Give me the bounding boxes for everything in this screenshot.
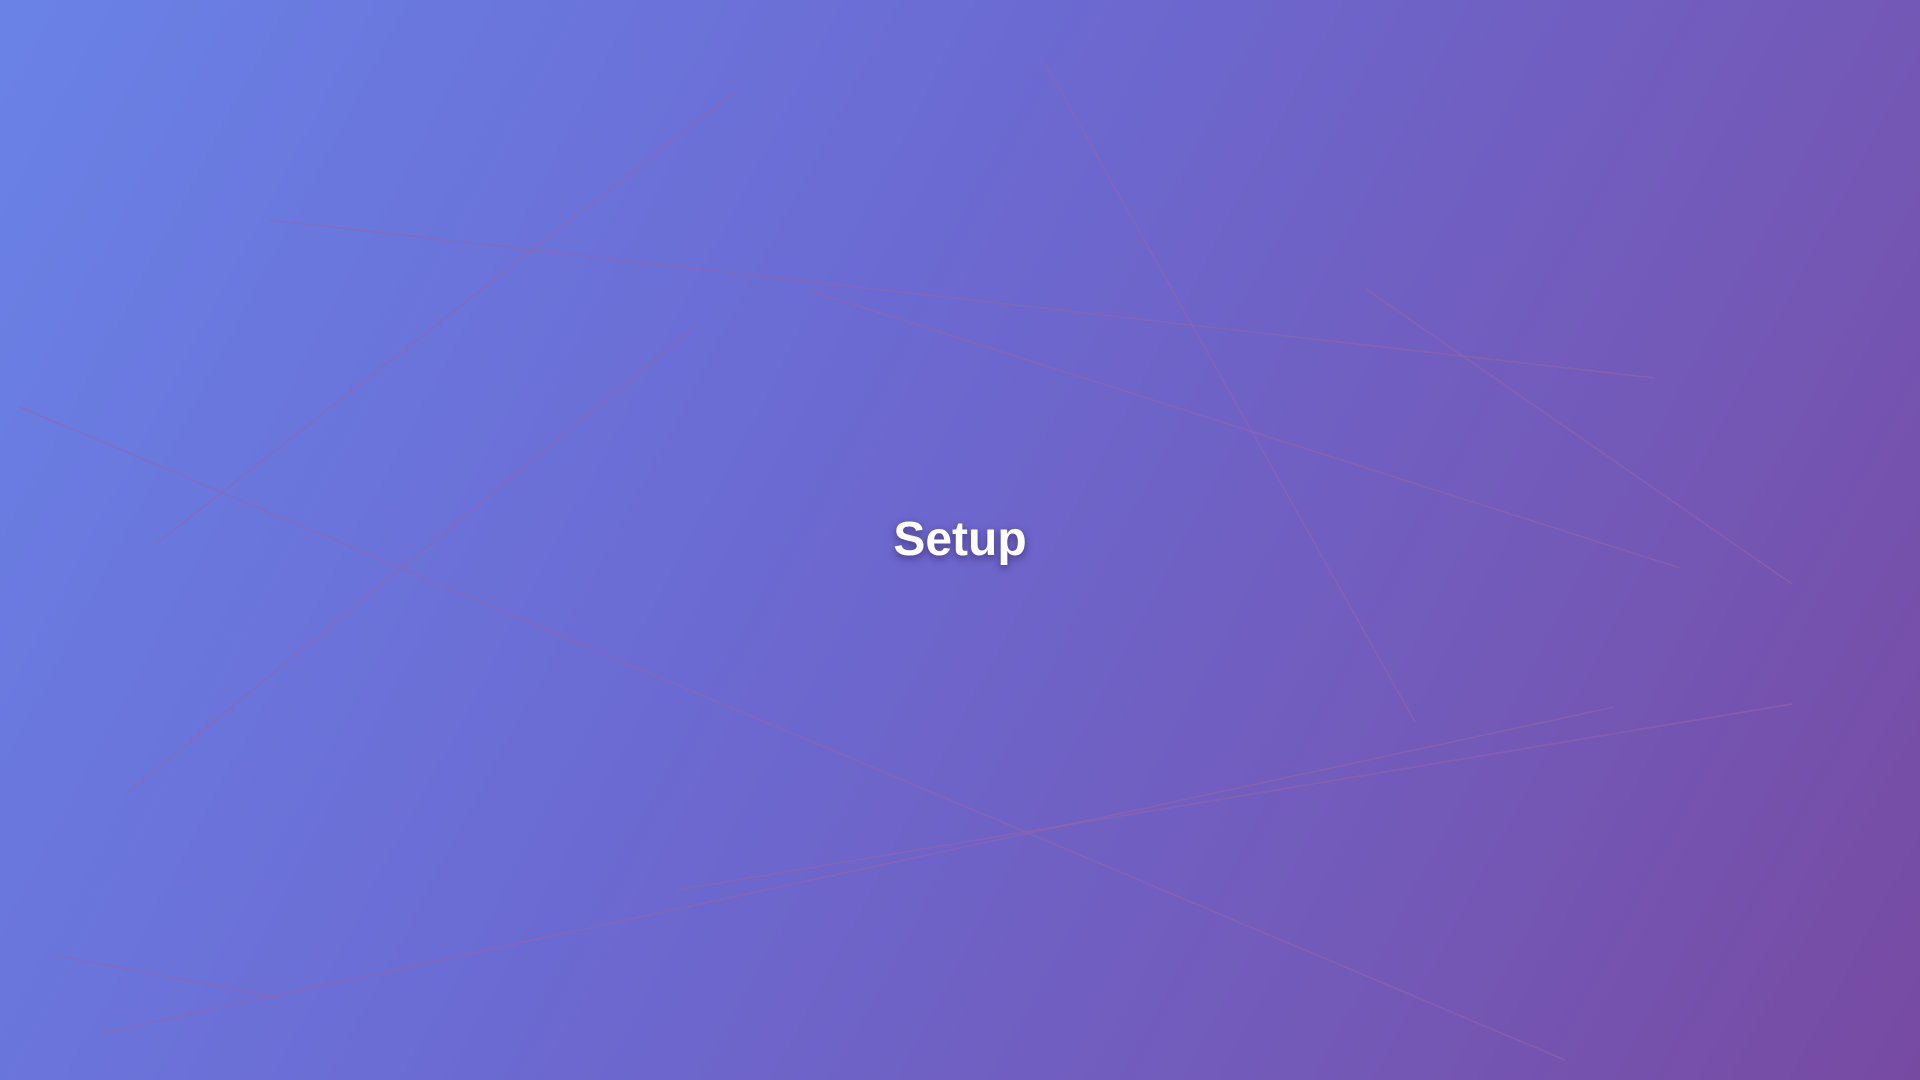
decorative-line: [676, 703, 1793, 891]
decorative-line: [19, 406, 1566, 1061]
page-title: Setup: [893, 513, 1027, 566]
decorative-line: [57, 955, 283, 999]
decorative-line: [1041, 57, 1416, 723]
setup-screen: Setup: [0, 0, 1920, 1080]
decorative-line: [156, 89, 738, 544]
decorative-line: [269, 219, 1656, 379]
